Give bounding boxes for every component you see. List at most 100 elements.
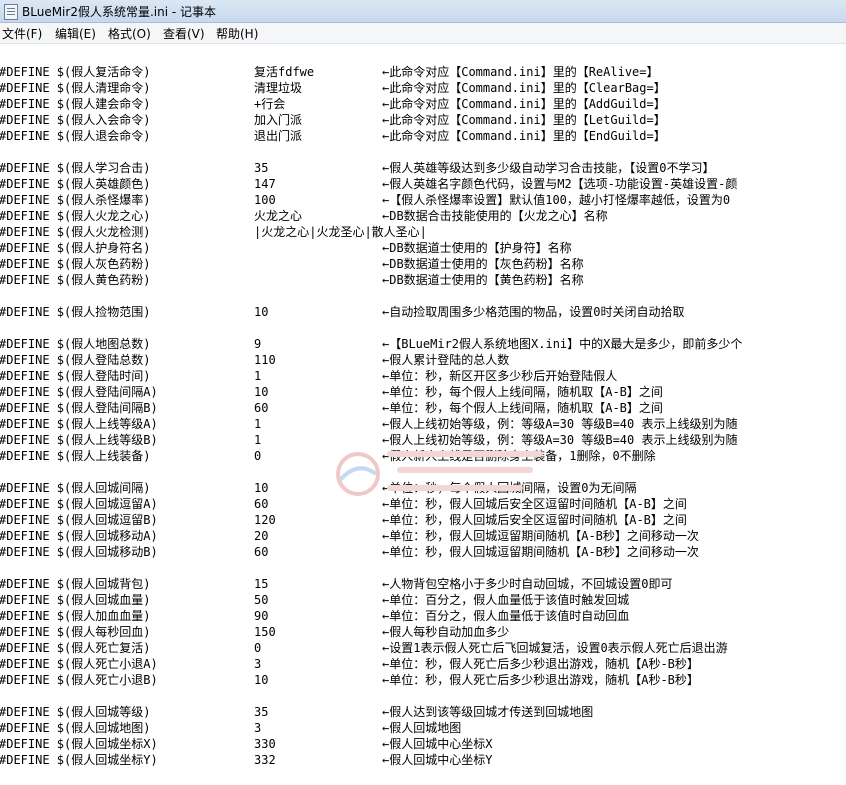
define-comment: ←单位：秒，假人回城逗留期间随机【A-B秒】之间移动一次 bbox=[382, 529, 699, 543]
define-comment: ←假人回城地图 bbox=[382, 721, 462, 735]
define-comment: ←此命令对应【Command.ini】里的【AddGuild=】 bbox=[382, 97, 666, 111]
define-key: #DEFINE $(假人护身符名) bbox=[0, 241, 151, 255]
define-key: #DEFINE $(假人地图总数) bbox=[0, 337, 151, 351]
define-comment: ←自动捡取周围多少格范围的物品，设置0时关闭自动拾取 bbox=[382, 305, 685, 319]
define-comment: ←单位：百分之，假人血量低于该值时触发回城 bbox=[382, 593, 630, 607]
menu-file[interactable]: 文件(F) bbox=[2, 25, 42, 42]
define-key: #DEFINE $(假人清理命令) bbox=[0, 81, 151, 95]
define-value: 330 bbox=[254, 737, 276, 751]
define-key: #DEFINE $(假人火龙检测) bbox=[0, 225, 151, 239]
define-comment: ←单位：秒，每个假人上线间隔，随机取【A-B】之间 bbox=[382, 385, 663, 399]
define-comment: ←设置1表示假人死亡后飞回城复活，设置0表示假人死亡后退出游 bbox=[382, 641, 728, 655]
define-comment: ←假人每秒自动加血多少 bbox=[382, 625, 510, 639]
define-comment: ←单位：百分之，假人血量低于该值时自动回血 bbox=[382, 609, 630, 623]
define-comment: ←DB数据道士使用的【护身符】名称 bbox=[382, 241, 572, 255]
define-key: #DEFINE $(假人登陆总数) bbox=[0, 353, 151, 367]
define-value: 35 bbox=[254, 161, 269, 175]
define-key: #DEFINE $(假人黄色药粉) bbox=[0, 273, 151, 287]
menu-view[interactable]: 查看(V) bbox=[163, 25, 205, 42]
define-key: #DEFINE $(假人回城血量) bbox=[0, 593, 151, 607]
window-title: BLueMir2假人系统常量.ini - 记事本 bbox=[22, 5, 216, 19]
define-key: #DEFINE $(假人回城逗留B) bbox=[0, 513, 158, 527]
define-value: 100 bbox=[254, 193, 276, 207]
define-comment: ←DB数据合击技能使用的【火龙之心】名称 bbox=[382, 209, 608, 223]
define-key: #DEFINE $(假人登陆时间) bbox=[0, 369, 151, 383]
define-value: 3 bbox=[254, 657, 262, 671]
define-key: #DEFINE $(假人退会命令) bbox=[0, 129, 151, 143]
define-comment: ←单位：秒，假人死亡后多少秒退出游戏，随机【A秒-B秒】 bbox=[382, 657, 699, 671]
define-key: #DEFINE $(假人回城逗留A) bbox=[0, 497, 158, 511]
define-key: #DEFINE $(假人上线等级A) bbox=[0, 417, 158, 431]
define-comment: ←【假人杀怪爆率设置】默认值100，越小打怪爆率越低，设置为0 bbox=[382, 193, 731, 207]
define-value: 1 bbox=[254, 433, 262, 447]
define-key: #DEFINE $(假人每秒回血) bbox=[0, 625, 151, 639]
define-comment: ←此命令对应【Command.ini】里的【LetGuild=】 bbox=[382, 113, 666, 127]
define-value: 60 bbox=[254, 545, 269, 559]
menu-edit[interactable]: 编辑(E) bbox=[55, 25, 96, 42]
define-comment: ←单位：秒，假人死亡后多少秒退出游戏，随机【A秒-B秒】 bbox=[382, 673, 699, 687]
define-comment: ←单位：秒，假人回城逗留期间随机【A-B秒】之间移动一次 bbox=[382, 545, 699, 559]
define-value: +行会 bbox=[254, 97, 286, 111]
text-editor-area[interactable]: #DEFINE $(假人复活命令) 复活fdfwe ←此命令对应【Command.i… bbox=[0, 44, 846, 785]
define-comment: ←单位：秒，新区开区多少秒后开始登陆假人 bbox=[382, 369, 618, 383]
define-comment: ←此命令对应【Command.ini】里的【EndGuild=】 bbox=[382, 129, 666, 143]
define-key: #DEFINE $(假人回城移动A) bbox=[0, 529, 158, 543]
define-value: 110 bbox=[254, 353, 276, 367]
define-key: #DEFINE $(假人上线等级B) bbox=[0, 433, 158, 447]
define-key: #DEFINE $(假人回城等级) bbox=[0, 705, 151, 719]
define-key: #DEFINE $(假人捡物范围) bbox=[0, 305, 151, 319]
define-comment: ←DB数据道士使用的【黄色药粉】名称 bbox=[382, 273, 584, 287]
define-comment: ←人物背包空格小于多少时自动回城，不回城设置0即可 bbox=[382, 577, 673, 591]
define-comment: ←此命令对应【Command.ini】里的【ReAlive=】 bbox=[382, 65, 659, 79]
define-key: #DEFINE $(假人死亡小退B) bbox=[0, 673, 158, 687]
define-key: #DEFINE $(假人火龙之心) bbox=[0, 209, 151, 223]
notepad-icon bbox=[4, 4, 18, 20]
define-comment: ←假人英雄等级达到多少级自动学习合击技能，【设置0不学习】 bbox=[382, 161, 715, 175]
define-value: 3 bbox=[254, 721, 262, 735]
title-bar: BLueMir2假人系统常量.ini - 记事本 bbox=[0, 0, 846, 23]
define-key: #DEFINE $(假人英雄颜色) bbox=[0, 177, 151, 191]
define-comment: ←单位：秒，假人回城后安全区逗留时间随机【A-B】之间 bbox=[382, 513, 687, 527]
define-comment: ←假人达到该等级回城才传送到回城地图 bbox=[382, 705, 594, 719]
define-value: 9 bbox=[254, 337, 262, 351]
define-value: 1 bbox=[254, 369, 262, 383]
define-value: 332 bbox=[254, 753, 276, 767]
define-value: 35 bbox=[254, 705, 269, 719]
define-value: 60 bbox=[254, 497, 269, 511]
define-value: 10 bbox=[254, 385, 269, 399]
define-value: 90 bbox=[254, 609, 269, 623]
define-comment: ←单位：秒，每个假人上线间隔，随机取【A-B】之间 bbox=[382, 401, 663, 415]
define-value: 15 bbox=[254, 577, 269, 591]
define-comment: ←假人上线初始等级，例：等级A=30 等级B=40 表示上线级别为随 bbox=[382, 433, 738, 447]
define-key: #DEFINE $(假人回城间隔) bbox=[0, 481, 151, 495]
define-value: 0 bbox=[254, 449, 262, 463]
menu-help[interactable]: 帮助(H) bbox=[216, 25, 258, 42]
define-key: #DEFINE $(假人入会命令) bbox=[0, 113, 151, 127]
define-comment: ←DB数据道士使用的【灰色药粉】名称 bbox=[382, 257, 584, 271]
define-value: 0 bbox=[254, 641, 262, 655]
define-key: #DEFINE $(假人杀怪爆率) bbox=[0, 193, 151, 207]
define-value: 120 bbox=[254, 513, 276, 527]
define-comment: ←假人英雄名字颜色代码，设置与M2【选项-功能设置-英雄设置-颜 bbox=[382, 177, 738, 191]
menu-bar: 文件(F) 编辑(E) 格式(O) 查看(V) 帮助(H) bbox=[0, 23, 846, 44]
define-value: 10 bbox=[254, 481, 269, 495]
define-comment: ←假人上线初始等级，例：等级A=30 等级B=40 表示上线级别为随 bbox=[382, 417, 738, 431]
define-comment: ←假人回城中心坐标X bbox=[382, 737, 493, 751]
define-key: #DEFINE $(假人复活命令) bbox=[0, 65, 151, 79]
define-key: #DEFINE $(假人登陆间隔A) bbox=[0, 385, 158, 399]
define-key: #DEFINE $(假人回城地图) bbox=[0, 721, 151, 735]
define-key: #DEFINE $(假人建会命令) bbox=[0, 97, 151, 111]
define-comment: ←假人新人上线是否删除身上装备，1删除，0不删除 bbox=[382, 449, 656, 463]
define-key: #DEFINE $(假人灰色药粉) bbox=[0, 257, 151, 271]
define-value: 60 bbox=[254, 401, 269, 415]
define-value: 清理垃圾 bbox=[254, 81, 303, 95]
define-value: 加入门派 bbox=[254, 113, 303, 127]
define-comment: ←【BLueMir2假人系统地图X.ini】中的X最大是多少，即前多少个 bbox=[382, 337, 743, 351]
define-value: 20 bbox=[254, 529, 269, 543]
menu-format[interactable]: 格式(O) bbox=[108, 25, 151, 42]
define-value: |火龙之心|火龙圣心|散人圣心| bbox=[254, 225, 427, 239]
define-key: #DEFINE $(假人登陆间隔B) bbox=[0, 401, 158, 415]
define-key: #DEFINE $(假人回城坐标Y) bbox=[0, 753, 158, 767]
define-value: 复活fdfwe bbox=[254, 65, 315, 79]
define-value: 10 bbox=[254, 673, 269, 687]
